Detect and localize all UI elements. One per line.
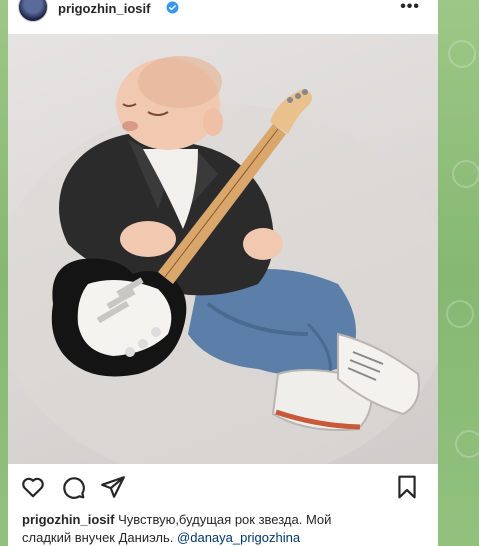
post-actions-bar	[8, 470, 438, 504]
caption-text-line1: Чувствую,будущая рок звезда. Мой	[114, 512, 332, 527]
caption-mention-link[interactable]: @danaya_prigozhina	[177, 530, 300, 545]
background-doodle	[448, 40, 476, 68]
post-caption: prigozhin_iosif Чувствую,будущая рок зве…	[22, 511, 432, 546]
heart-icon[interactable]	[20, 474, 46, 500]
background-doodle	[452, 160, 479, 188]
more-options-icon[interactable]: •••	[400, 0, 420, 16]
caption-username[interactable]: prigozhin_iosif	[22, 512, 114, 527]
post-username[interactable]: prigozhin_iosif	[58, 1, 150, 16]
share-icon[interactable]	[100, 474, 126, 500]
comment-icon[interactable]	[60, 474, 86, 500]
post-header: prigozhin_iosif •••	[8, 0, 438, 26]
instagram-post: prigozhin_iosif ••• prigozhin_iosif Чувс…	[8, 0, 438, 546]
post-photo[interactable]	[8, 34, 438, 464]
background-doodle	[455, 430, 479, 458]
bookmark-icon[interactable]	[394, 474, 420, 500]
avatar[interactable]	[18, 0, 48, 22]
baby-guitar-illustration	[8, 56, 438, 464]
caption-text-line2: сладкий внучек Даниэль.	[22, 530, 178, 545]
background-doodle	[446, 300, 474, 328]
verified-badge-icon	[166, 1, 179, 14]
